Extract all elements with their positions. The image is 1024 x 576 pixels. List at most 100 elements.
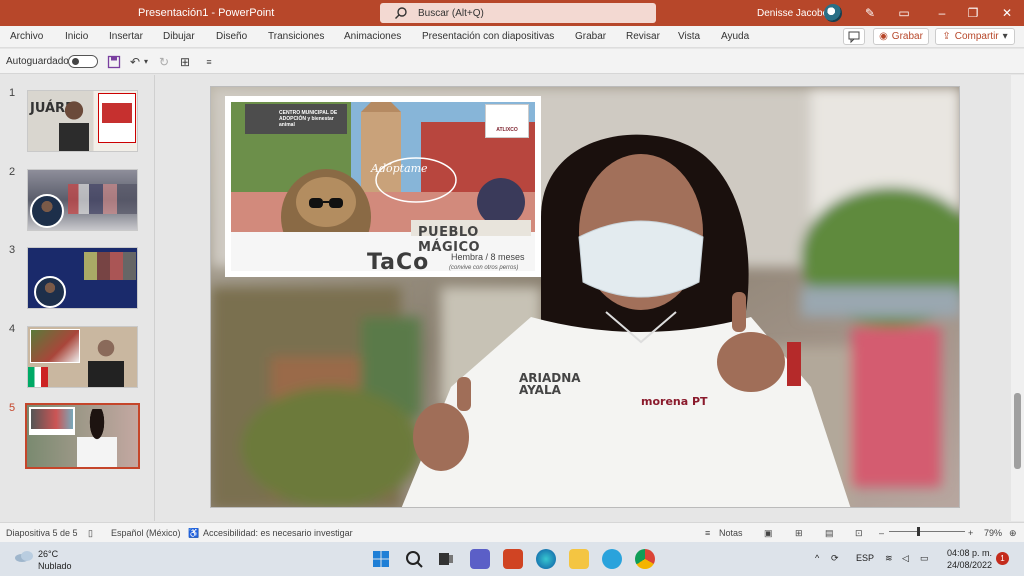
- weather-condition: Nublado: [38, 561, 72, 571]
- weather-widget[interactable]: 26°C Nublado: [38, 548, 72, 572]
- avatar[interactable]: [824, 4, 842, 22]
- chrome-icon[interactable]: [635, 549, 655, 569]
- menu-archivo[interactable]: Archivo: [10, 31, 43, 42]
- zoom-out-icon[interactable]: –: [879, 528, 884, 538]
- clock[interactable]: 04:08 p. m. 24/08/2022: [942, 547, 992, 571]
- share-label: Compartir: [954, 31, 999, 42]
- file-explorer-icon[interactable]: [569, 549, 589, 569]
- atlixco-badge: ATLIXCO: [485, 104, 529, 138]
- menu-revisar[interactable]: Revisar: [626, 31, 660, 42]
- autosave-toggle[interactable]: [68, 55, 98, 68]
- date: 24/08/2022: [946, 560, 992, 570]
- chevron-up-icon[interactable]: ^: [815, 553, 819, 563]
- present-icon[interactable]: ⊞: [178, 55, 192, 69]
- menu-presentacion[interactable]: Presentación con diapositivas: [422, 31, 554, 42]
- quick-access-toolbar: Autoguardado: [0, 49, 1024, 74]
- spellcheck-icon[interactable]: ▯: [88, 528, 93, 539]
- zoom-in-icon[interactable]: +: [968, 528, 973, 538]
- shirt-name-text: ARIADNA AYALA: [519, 371, 581, 397]
- pet-name: TaCo: [367, 250, 430, 271]
- user-name[interactable]: Denisse Jacobo: [757, 8, 828, 19]
- maximize-button[interactable]: ❐: [962, 3, 984, 23]
- accessibility-icon: ♿: [188, 528, 200, 538]
- accessibility-status[interactable]: Accesibilidad: es necesario investigar: [203, 528, 353, 538]
- vertical-scrollbar[interactable]: [1011, 75, 1024, 521]
- scroll-thumb[interactable]: [1014, 393, 1021, 469]
- normal-view-icon[interactable]: ▣: [764, 528, 773, 539]
- title-bar: Presentación1 - PowerPoint Buscar (Alt+Q…: [0, 0, 1024, 26]
- slide-thumb-5[interactable]: [25, 403, 140, 469]
- slide-thumb-3[interactable]: [27, 247, 138, 309]
- notes-icon: ≡: [705, 528, 711, 538]
- volume-icon[interactable]: ◁: [902, 553, 909, 564]
- close-button[interactable]: ✕: [996, 3, 1018, 23]
- menu-dibujar[interactable]: Dibujar: [163, 31, 195, 42]
- pet-note: (convive con otros perros): [449, 265, 519, 271]
- slide-number-1: 1: [9, 87, 16, 99]
- ribbon-display-icon[interactable]: ▭: [893, 3, 915, 23]
- status-bar: Diapositiva 5 de 5 ▯ Español (México) ♿ …: [0, 522, 1024, 542]
- slide-number-5: 5: [9, 402, 16, 414]
- edge-icon[interactable]: [536, 549, 556, 569]
- redo-icon[interactable]: ↻: [157, 55, 171, 69]
- share-button[interactable]: ⇪ Compartir ▾: [935, 28, 1015, 45]
- fit-slide-icon[interactable]: ⊕: [1009, 528, 1017, 539]
- search-taskbar-icon[interactable]: [404, 549, 424, 569]
- zoom-level[interactable]: 79%: [984, 528, 1002, 538]
- wifi-icon[interactable]: ≋: [885, 553, 893, 564]
- zoom-slider[interactable]: [889, 531, 965, 532]
- powerpoint-taskbar-icon[interactable]: [503, 549, 523, 569]
- menu-grabar[interactable]: Grabar: [575, 31, 606, 42]
- reading-view-icon[interactable]: ▤: [825, 528, 834, 539]
- teams-chat-icon[interactable]: [470, 549, 490, 569]
- menu-inicio[interactable]: Inicio: [65, 31, 88, 42]
- slide-thumb-4[interactable]: [27, 326, 138, 388]
- slide-number-4: 4: [9, 323, 16, 335]
- comments-button[interactable]: [843, 28, 865, 45]
- slide-thumb-1[interactable]: JUÁRE: [27, 90, 138, 152]
- input-language[interactable]: ESP: [856, 553, 874, 563]
- pen-icon[interactable]: ✎: [859, 3, 881, 23]
- menu-animaciones[interactable]: Animaciones: [344, 31, 401, 42]
- comment-icon: [848, 31, 860, 44]
- task-view-icon[interactable]: [436, 549, 456, 569]
- pueblo-magico-text: PUEBLO MÁGICO: [418, 225, 481, 255]
- language[interactable]: Español (México): [111, 528, 181, 538]
- menu-diseno[interactable]: Diseño: [216, 31, 247, 42]
- notification-badge[interactable]: 1: [996, 552, 1009, 565]
- save-icon[interactable]: [107, 55, 121, 69]
- telegram-icon[interactable]: [602, 549, 622, 569]
- record-icon: ◉: [879, 31, 888, 42]
- weather-cloud-icon: [14, 549, 34, 563]
- notes-button[interactable]: Notas: [719, 528, 743, 538]
- undo-dropdown-icon[interactable]: ▾: [142, 55, 150, 69]
- time: 04:08 p. m.: [946, 548, 992, 558]
- adoption-card-image: CENTRO MUNICIPAL DE ADOPCIÓN y bienestar…: [231, 102, 535, 271]
- battery-icon[interactable]: ▭: [920, 553, 929, 564]
- menu-ayuda[interactable]: Ayuda: [721, 31, 749, 42]
- undo-icon[interactable]: ↶: [128, 55, 142, 69]
- slide-canvas[interactable]: CENTRO MUNICIPAL DE ADOPCIÓN y bienestar…: [210, 86, 960, 508]
- search-box[interactable]: Buscar (Alt+Q): [380, 3, 656, 23]
- zoom-slider-knob[interactable]: [917, 527, 920, 536]
- autosave-label: Autoguardado: [6, 56, 69, 67]
- menu-transiciones[interactable]: Transiciones: [268, 31, 324, 42]
- slide-number-2: 2: [9, 166, 16, 178]
- slideshow-icon[interactable]: ⊡: [855, 528, 863, 539]
- adoptame-text: Adóptame: [371, 162, 428, 175]
- windows-start-icon[interactable]: [371, 549, 391, 569]
- minimize-button[interactable]: –: [931, 3, 953, 23]
- sync-icon[interactable]: ⟳: [831, 553, 839, 564]
- slide-thumb-2[interactable]: [27, 169, 138, 231]
- adoption-card[interactable]: CENTRO MUNICIPAL DE ADOPCIÓN y bienestar…: [225, 96, 541, 277]
- temperature: 26°C: [38, 549, 59, 559]
- menu-insertar[interactable]: Insertar: [109, 31, 143, 42]
- record-button[interactable]: ◉ Grabar: [873, 28, 929, 45]
- slide-sorter-icon[interactable]: ⊞: [795, 528, 803, 539]
- slide-number-3: 3: [9, 244, 16, 256]
- slide-counter: Diapositiva 5 de 5: [6, 528, 78, 538]
- search-placeholder: Buscar (Alt+Q): [418, 7, 484, 19]
- menu-vista[interactable]: Vista: [678, 31, 700, 42]
- customize-qat-icon[interactable]: ≡: [202, 55, 216, 69]
- window-title: Presentación1 - PowerPoint: [138, 7, 275, 19]
